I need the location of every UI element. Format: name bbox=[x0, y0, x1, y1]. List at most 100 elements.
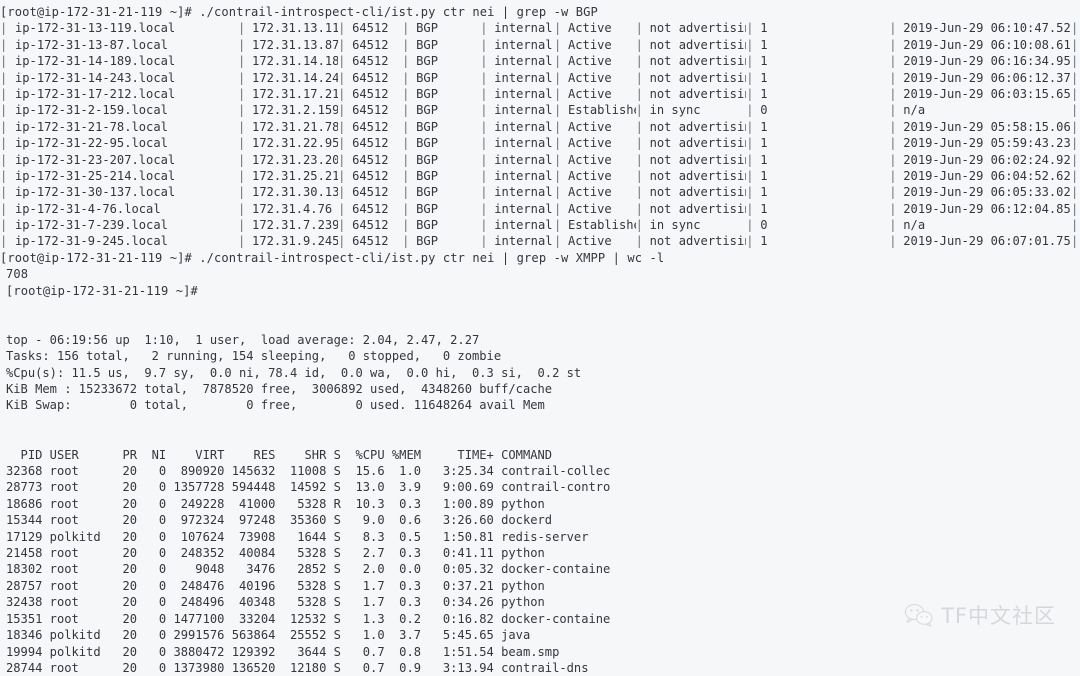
column-separator: | bbox=[402, 54, 410, 69]
column-separator: | bbox=[238, 54, 246, 69]
column-separator: | bbox=[402, 70, 410, 85]
bgp-cell-adv: not advertising bbox=[649, 136, 747, 151]
bgp-cell-time: 2019-Jun-29 06:10:47.527354 bbox=[903, 21, 1071, 36]
top-swap-line: KiB Swap: 0 total, 0 free, 0 used. 11648… bbox=[6, 398, 545, 413]
column-separator: | bbox=[1071, 70, 1079, 85]
column-separator: | bbox=[635, 234, 643, 249]
column-separator: | bbox=[338, 70, 346, 85]
column-separator: | bbox=[0, 70, 8, 85]
column-separator: | bbox=[746, 119, 754, 134]
column-separator: | bbox=[338, 234, 346, 249]
bgp-cell-name: ip-172-31-21-78.local bbox=[15, 119, 168, 134]
column-separator: | bbox=[889, 103, 897, 118]
bgp-cell-dir: internal bbox=[494, 86, 553, 101]
column-separator: | bbox=[889, 119, 897, 134]
column-separator: | bbox=[553, 185, 562, 200]
column-separator: | bbox=[402, 201, 410, 216]
column-separator: | bbox=[480, 103, 488, 118]
bgp-cell-dir: internal bbox=[494, 201, 553, 216]
bgp-cell-proto: BGP bbox=[416, 86, 438, 101]
process-row: 15351 root 20 0 1477100 33204 12532 S 1.… bbox=[6, 611, 611, 626]
bgp-cell-count: 1 bbox=[760, 21, 768, 36]
bgp-cell-state: Active bbox=[567, 185, 612, 200]
column-separator: | bbox=[338, 185, 346, 200]
column-separator: | bbox=[480, 234, 488, 249]
column-separator: | bbox=[746, 37, 754, 52]
column-separator: | bbox=[746, 201, 754, 216]
column-separator: | bbox=[553, 37, 562, 52]
process-table-header: PID USER PR NI VIRT RES SHR S %CPU %MEM … bbox=[6, 447, 553, 462]
column-separator: | bbox=[238, 103, 246, 118]
column-separator: | bbox=[635, 168, 643, 183]
column-separator: | bbox=[338, 103, 346, 118]
bgp-cell-asn: 64512 bbox=[352, 86, 389, 101]
process-row: 21458 root 20 0 248352 40084 5328 S 2.7 … bbox=[6, 546, 545, 561]
column-separator: | bbox=[1071, 152, 1079, 167]
column-separator: | bbox=[480, 86, 488, 101]
process-row: 18686 root 20 0 249228 41000 5328 R 10.3… bbox=[6, 496, 545, 511]
bgp-cell-proto: BGP bbox=[416, 70, 438, 85]
bgp-cell-ip: 172.31.25.214 bbox=[252, 168, 339, 183]
bgp-cell-name: ip-172-31-13-87.local bbox=[15, 37, 168, 52]
column-separator: | bbox=[553, 168, 562, 183]
bgp-cell-asn: 64512 bbox=[352, 201, 389, 216]
bgp-cell-name: ip-172-31-13-119.local bbox=[15, 21, 176, 36]
top-cpu-line: %Cpu(s): 11.5 us, 9.7 sy, 0.0 ni, 78.4 i… bbox=[6, 365, 582, 380]
process-row: 17129 polkitd 20 0 107624 73908 1644 S 8… bbox=[6, 529, 589, 544]
bgp-cell-state: Active bbox=[567, 201, 612, 216]
column-separator: | bbox=[746, 218, 754, 233]
column-separator: | bbox=[889, 168, 897, 183]
bgp-table-row: | ip-172-31-22-95.local | 172.31.22.95 | 6451… bbox=[0, 135, 1080, 151]
bgp-cell-ip: 172.31.13.119 bbox=[252, 21, 339, 36]
bgp-table-row: | ip-172-31-13-119.local | 172.31.13.119 | 64… bbox=[0, 20, 1080, 36]
bgp-cell-adv: not advertising bbox=[649, 234, 747, 249]
bgp-cell-ip: 172.31.7.239 bbox=[252, 218, 339, 233]
bgp-cell-ip: 172.31.22.95 bbox=[252, 136, 339, 151]
process-table-body: 32368 root 20 0 890920 145632 11008 S 15… bbox=[0, 463, 1080, 676]
bgp-cell-dir: internal bbox=[494, 185, 553, 200]
bgp-cell-dir: internal bbox=[494, 54, 553, 69]
bgp-cell-proto: BGP bbox=[416, 103, 438, 118]
bgp-cell-proto: BGP bbox=[416, 21, 438, 36]
column-separator: | bbox=[889, 54, 897, 69]
bgp-cell-asn: 64512 bbox=[352, 37, 389, 52]
column-separator: | bbox=[0, 86, 8, 101]
bgp-table-row: | ip-172-31-13-87.local | 172.31.13.87 | 6451… bbox=[0, 37, 1080, 53]
bgp-cell-ip: 172.31.14.243 bbox=[252, 70, 339, 85]
bgp-cell-adv: not advertising bbox=[649, 152, 747, 167]
column-separator: | bbox=[1071, 54, 1079, 69]
column-separator: | bbox=[553, 54, 562, 69]
column-separator: | bbox=[238, 136, 246, 151]
column-separator: | bbox=[746, 54, 754, 69]
bgp-cell-ip: 172.31.4.76 bbox=[252, 201, 333, 216]
bgp-cell-name: ip-172-31-14-189.local bbox=[15, 54, 176, 69]
column-separator: | bbox=[553, 201, 562, 216]
column-separator: | bbox=[402, 218, 410, 233]
bgp-cell-count: 1 bbox=[760, 37, 768, 52]
column-separator: | bbox=[480, 185, 488, 200]
bgp-cell-asn: 64512 bbox=[352, 103, 389, 118]
bgp-cell-count: 1 bbox=[760, 119, 768, 134]
bgp-cell-time: 2019-Jun-29 06:04:52.624323 bbox=[903, 168, 1071, 183]
command-line-xmpp: [root@ip-172-31-21-119 ~]# ./contrail-in… bbox=[0, 250, 665, 265]
top-mem-line: KiB Mem : 15233672 total, 7878520 free, … bbox=[6, 382, 553, 397]
terminal-window[interactable]: [root@ip-172-31-21-119 ~]# ./contrail-in… bbox=[0, 0, 1080, 675]
column-separator: | bbox=[338, 152, 346, 167]
column-separator: | bbox=[238, 201, 246, 216]
process-row: 19994 polkitd 20 0 3880472 129392 3644 S… bbox=[6, 644, 560, 659]
column-separator: | bbox=[338, 86, 346, 101]
column-separator: | bbox=[553, 70, 562, 85]
column-separator: | bbox=[635, 218, 643, 233]
bgp-cell-proto: BGP bbox=[416, 201, 438, 216]
bgp-cell-dir: internal bbox=[494, 70, 553, 85]
column-separator: | bbox=[553, 119, 562, 134]
bgp-cell-name: ip-172-31-17-212.local bbox=[15, 86, 176, 101]
bgp-cell-asn: 64512 bbox=[352, 168, 389, 183]
bgp-cell-time: 2019-Jun-29 06:10:08.610734 bbox=[903, 37, 1071, 52]
bgp-cell-state: Active bbox=[567, 70, 612, 85]
column-separator: | bbox=[889, 21, 897, 36]
bgp-cell-time: 2019-Jun-29 06:05:33.020029 bbox=[903, 185, 1071, 200]
column-separator: | bbox=[338, 136, 346, 151]
column-separator: | bbox=[0, 103, 8, 118]
column-separator: | bbox=[480, 70, 488, 85]
